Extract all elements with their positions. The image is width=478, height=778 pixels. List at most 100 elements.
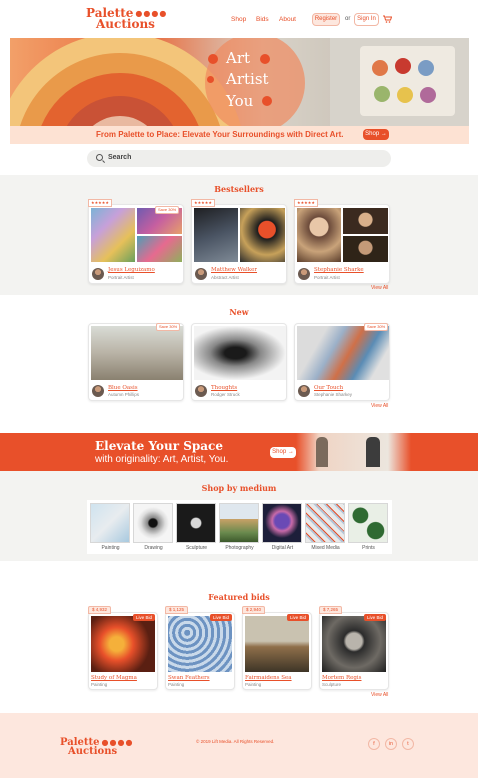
search-input[interactable]: Search	[108, 154, 131, 161]
footer-logo-line2: Auctions	[68, 746, 118, 757]
bestseller-card[interactable]: Jesus Leguizamo Portrait Artist	[88, 204, 184, 284]
medium-mixed-media[interactable]: Mixed Media	[304, 502, 347, 553]
signin-button[interactable]: Sign In	[354, 13, 379, 26]
nav-bids[interactable]: Bids	[256, 16, 269, 23]
artwork-image	[137, 236, 182, 262]
live-bid-badge: Live Bid	[210, 614, 233, 621]
medium-photography[interactable]: Photography	[218, 502, 261, 553]
promo-bar: From Palette to Place: Elevate Your Surr…	[10, 126, 469, 144]
medium-painting[interactable]: Painting	[89, 502, 132, 553]
medium-label: Photography	[225, 545, 254, 551]
footer-logo[interactable]: Palette ●●●● Auctions	[60, 738, 133, 757]
artwork-image	[343, 236, 388, 262]
new-card[interactable]: Blue Oasis Autumn Phillips	[88, 323, 184, 401]
bid-title[interactable]: Fairmaidens Sea	[245, 675, 292, 681]
new-title: New	[229, 307, 249, 317]
artist-name[interactable]: Jesus Leguizamo	[108, 267, 155, 273]
banner-subtitle: with originality: Art, Artist, You.	[95, 454, 229, 465]
banner-shop-button[interactable]: Shop →	[270, 447, 296, 458]
hero-dot	[262, 96, 272, 106]
save-badge: Save 30%	[155, 206, 180, 214]
avatar	[195, 385, 207, 397]
bid-card[interactable]: Swan Feathers Painting	[165, 612, 235, 690]
artwork-title[interactable]: Our Touch	[314, 385, 343, 391]
live-bid-badge: Live Bid	[287, 614, 310, 621]
medium-label: Prints	[362, 545, 375, 551]
medium-digital-art[interactable]: Digital Art	[261, 502, 304, 553]
bid-price: $ 2,940	[242, 606, 266, 614]
new-card[interactable]: Our Touch Stephanie Sharkey	[294, 323, 390, 401]
artwork-title[interactable]: Thoughts	[211, 385, 237, 391]
featured-view-all[interactable]: View All	[371, 692, 388, 698]
search-bar[interactable]: Search	[87, 150, 391, 167]
new-view-all[interactable]: View All	[371, 403, 388, 409]
medium-image	[219, 503, 259, 543]
medium-sculpture[interactable]: Sculpture	[175, 502, 218, 553]
artist-name[interactable]: Stephanie Sharke	[314, 267, 364, 273]
artist-name[interactable]: Matthew Walker	[211, 267, 257, 273]
bid-type: Painting	[91, 682, 108, 687]
bid-title[interactable]: Swan Feathers	[168, 675, 210, 681]
medium-image	[305, 503, 345, 543]
bid-title[interactable]: Mortem Regis	[322, 675, 362, 681]
hero-line-artist: Artist	[226, 70, 269, 88]
medium-label: Mixed Media	[311, 545, 340, 551]
artwork-artist: Rodger Struck	[211, 392, 240, 397]
hero-banner: Art Artist You	[10, 38, 469, 126]
facebook-icon[interactable]: f	[368, 738, 380, 750]
or-text: or	[345, 16, 351, 22]
artwork-image	[322, 616, 386, 672]
logo[interactable]: Palette ●●●● Auctions	[86, 7, 167, 30]
cart-icon[interactable]	[383, 15, 393, 25]
medium-image	[348, 503, 388, 543]
bid-card[interactable]: Study of Magma Painting	[88, 612, 158, 690]
bid-card[interactable]: Fairmaidens Sea Painting	[242, 612, 312, 690]
search-icon	[96, 154, 103, 161]
hero-line-art: Art	[226, 49, 251, 67]
medium-label: Painting	[101, 545, 120, 551]
save-badge: Save 30%	[156, 323, 181, 331]
artwork-image	[194, 208, 238, 262]
avatar	[195, 268, 207, 280]
bid-price: $ 4,932	[88, 606, 112, 614]
artwork-image	[91, 326, 183, 380]
featured-title: Featured bids	[208, 592, 270, 602]
avatar	[92, 385, 104, 397]
rating-stars: ★★★★★	[191, 199, 215, 207]
nav-about[interactable]: About	[279, 16, 296, 23]
new-card[interactable]: Thoughts Rodger Struck	[191, 323, 287, 401]
save-badge: Save 30%	[364, 323, 389, 331]
medium-prints[interactable]: Prints	[347, 502, 390, 553]
bestseller-card[interactable]: Stephanie Sharke Portrait Artist	[294, 204, 390, 284]
medium-label: Digital Art	[271, 545, 294, 551]
person-figure	[366, 437, 380, 467]
register-button[interactable]: Register	[312, 13, 340, 26]
avatar	[298, 268, 310, 280]
artwork-image	[297, 326, 389, 380]
bid-price: $ 1,125	[165, 606, 189, 614]
artwork-artist: Autumn Phillips	[108, 392, 140, 397]
nav-shop[interactable]: Shop	[231, 16, 246, 23]
artwork-title[interactable]: Blue Oasis	[108, 385, 138, 391]
medium-drawing[interactable]: Drawing	[132, 502, 175, 553]
bid-type: Painting	[245, 682, 262, 687]
artist-role: Portrait Artist	[108, 275, 134, 280]
live-bid-badge: Live Bid	[364, 614, 387, 621]
artwork-image	[240, 208, 285, 262]
medium-label: Drawing	[144, 545, 163, 551]
promo-shop-button[interactable]: Shop →	[363, 129, 389, 140]
artwork-image	[245, 616, 309, 672]
artwork-image	[194, 326, 286, 380]
artist-role: Abstract Artist	[211, 275, 239, 280]
artwork-image	[91, 616, 155, 672]
bestsellers-title: Bestsellers	[214, 184, 264, 194]
bid-type: Painting	[168, 682, 185, 687]
avatar	[298, 385, 310, 397]
bid-card[interactable]: Mortem Regis Sculpture	[319, 612, 389, 690]
artwork-image	[91, 208, 135, 262]
bestseller-card[interactable]: Matthew Walker Abstract Artist	[191, 204, 287, 284]
twitter-icon[interactable]: t	[402, 738, 414, 750]
linkedin-icon[interactable]: in	[385, 738, 397, 750]
bid-title[interactable]: Study of Magma	[91, 675, 137, 681]
bestsellers-view-all[interactable]: View All	[371, 285, 388, 291]
